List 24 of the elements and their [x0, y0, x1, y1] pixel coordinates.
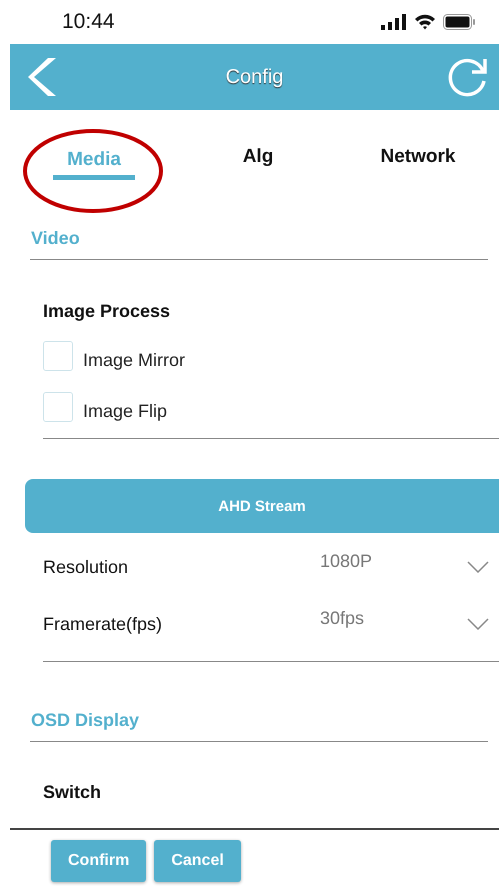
- checkbox-label: Image Mirror: [83, 350, 186, 370]
- signal-icon: [381, 14, 407, 30]
- tab[interactable]: Network: [370, 142, 466, 174]
- chevron-down-icon[interactable]: [467, 618, 489, 630]
- section-title: OSD Display: [31, 710, 140, 731]
- footer-button[interactable]: Confirm: [51, 840, 146, 882]
- wifi-icon: [414, 14, 436, 30]
- status-time: 10:44: [62, 10, 115, 34]
- setting-label: Resolution: [43, 557, 130, 578]
- checkbox-label: Image Flip: [83, 400, 168, 422]
- dropdown-value[interactable]: 30fps: [320, 608, 364, 629]
- battery-icon: [443, 14, 475, 30]
- checkbox[interactable]: [43, 341, 73, 371]
- group-title: Switch: [43, 782, 102, 803]
- footer-button[interactable]: Cancel: [154, 840, 241, 882]
- tab[interactable]: Alg: [232, 142, 284, 174]
- group-title: Image Process: [43, 301, 172, 322]
- dropdown-value[interactable]: 1080P: [320, 551, 372, 572]
- stream-title-bar: AHD Stream: [25, 479, 499, 533]
- header-title: Config: [226, 66, 284, 88]
- chevron-down-icon[interactable]: [467, 561, 489, 573]
- checkbox[interactable]: [43, 392, 73, 422]
- section-title: Video: [31, 228, 81, 249]
- setting-label: Framerate(fps): [43, 614, 164, 635]
